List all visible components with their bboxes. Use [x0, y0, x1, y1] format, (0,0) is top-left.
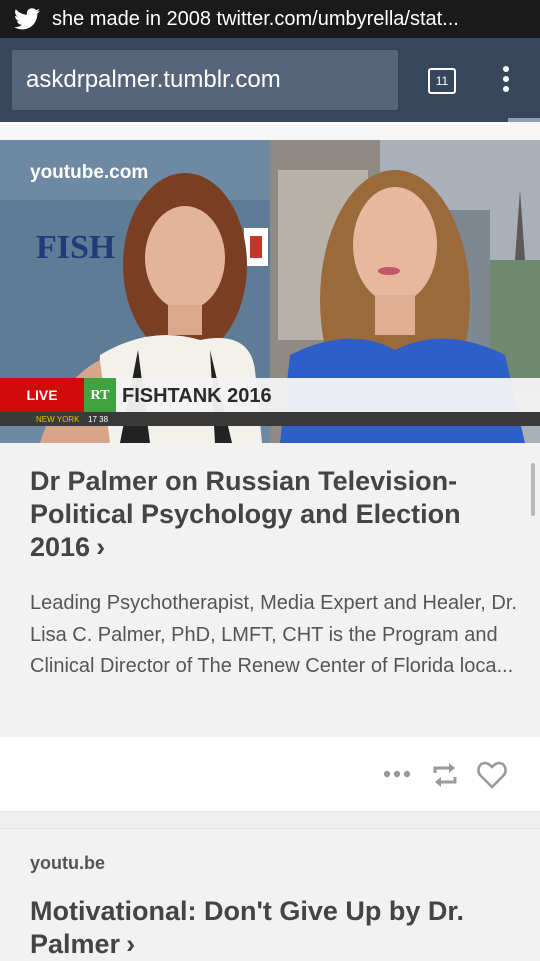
broadcast-location: NEW YORK — [36, 415, 80, 424]
post-excerpt: Leading Psychotherapist, Media Expert an… — [30, 592, 517, 677]
browser-toolbar: askdrpalmer.tumblr.com 11 — [0, 38, 540, 122]
more-icon[interactable] — [382, 769, 412, 779]
notification-text: she made in 2008 twitter.com/umbyrella/s… — [52, 7, 459, 30]
post-top-strip — [0, 122, 540, 140]
backdrop-text: FISH — [36, 229, 115, 266]
chevron-right-icon: › — [126, 929, 136, 959]
url-field[interactable]: askdrpalmer.tumblr.com — [12, 50, 398, 110]
post-title[interactable]: Motivational: Don't Give Up by Dr. Palme… — [30, 895, 510, 961]
chevron-right-icon: › — [96, 532, 106, 562]
post-source[interactable]: youtu.be — [30, 853, 105, 874]
post-card: youtu.be Motivational: Don't Give Up by … — [0, 828, 540, 961]
post-title-text: Motivational: Don't Give Up by Dr. Palme… — [30, 896, 464, 959]
video-thumbnail[interactable]: FISH youtube.com LIVE RT FISHTANK 2016 N… — [0, 140, 540, 443]
post-title[interactable]: Dr Palmer on Russian Television- Politic… — [30, 465, 490, 564]
tabs-icon[interactable]: 11 — [428, 68, 456, 94]
post-card: Dr Palmer on Russian Television- Politic… — [0, 443, 540, 737]
post-title-text: Dr Palmer on Russian Television- Politic… — [30, 466, 461, 562]
live-badge: LIVE — [26, 387, 57, 403]
network-logo: RT — [91, 388, 111, 403]
status-bar: she made in 2008 twitter.com/umbyrella/s… — [0, 0, 540, 38]
heart-icon[interactable] — [477, 761, 507, 789]
video-source: youtube.com — [30, 162, 148, 183]
reblog-icon[interactable] — [430, 761, 460, 789]
show-title: FISHTANK 2016 — [122, 385, 272, 407]
overflow-menu-icon[interactable] — [500, 66, 512, 96]
twitter-icon — [14, 8, 40, 30]
post-actions — [0, 737, 540, 812]
broadcast-time: 17 38 — [88, 415, 109, 424]
scrollbar[interactable] — [531, 463, 535, 516]
